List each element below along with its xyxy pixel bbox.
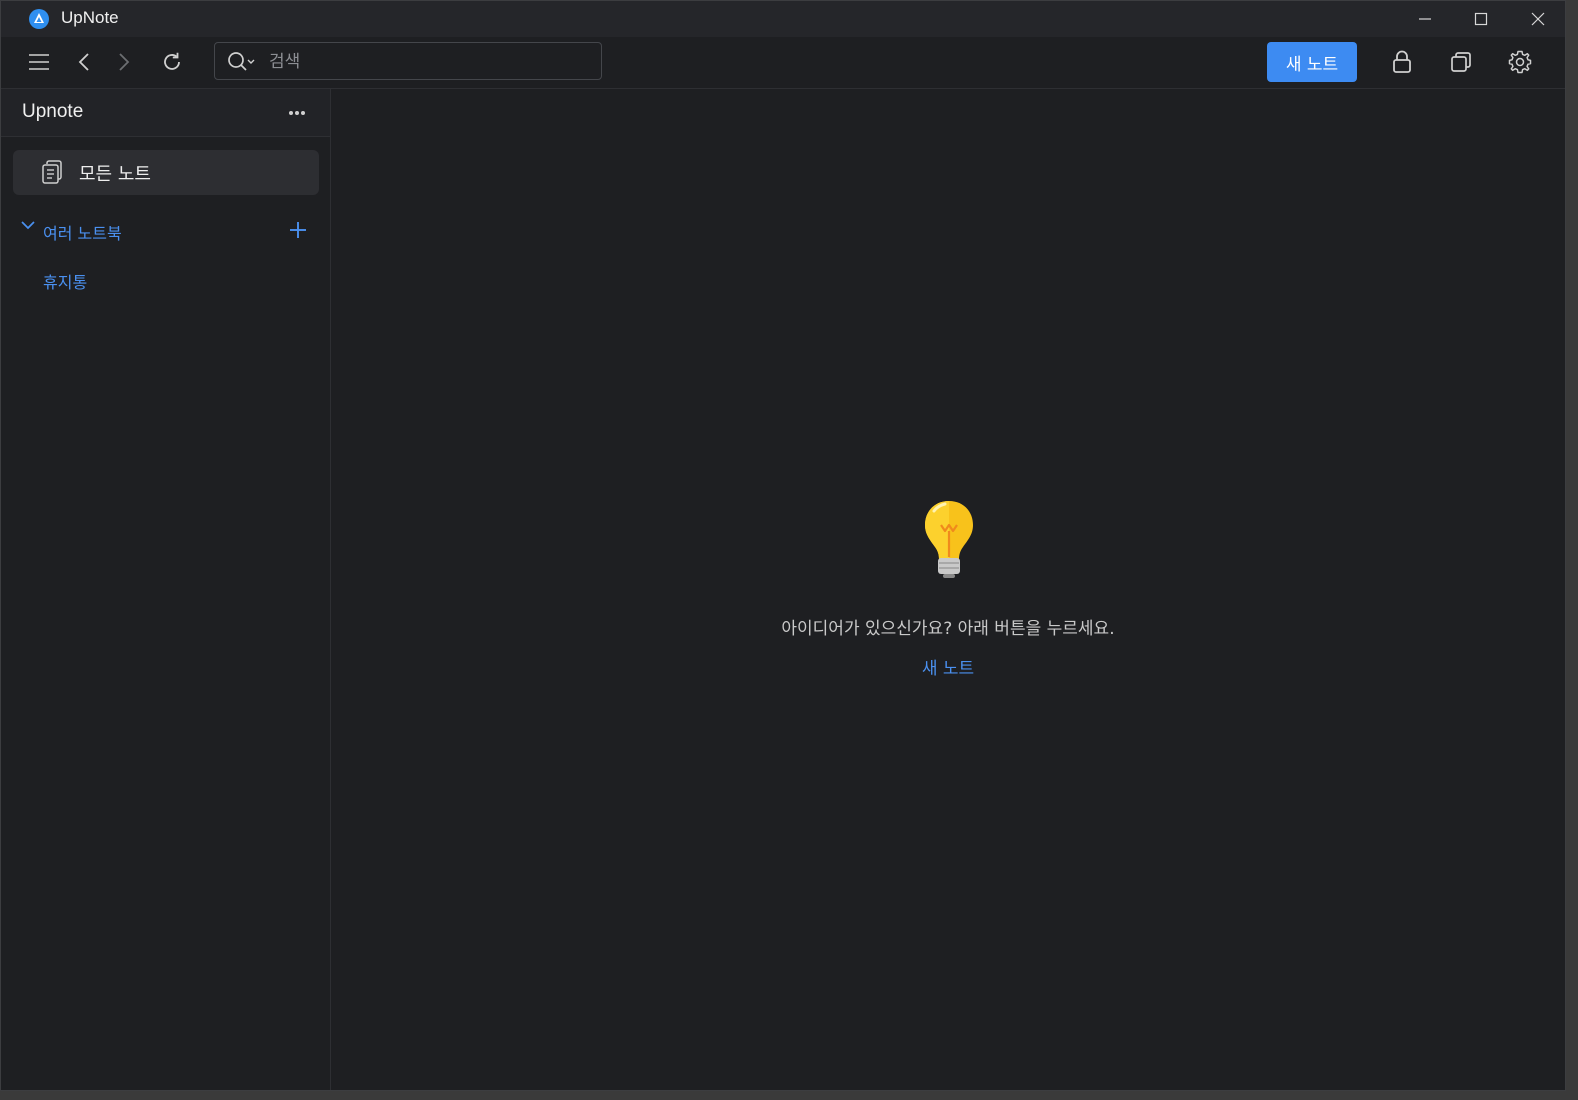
sidebar-header: Upnote	[1, 89, 330, 137]
add-notebook-button[interactable]	[285, 217, 311, 243]
empty-state-new-note-link[interactable]: 새 노트	[922, 659, 974, 679]
window-icon	[1451, 52, 1471, 72]
minimize-icon	[1419, 18, 1431, 20]
refresh-button[interactable]	[156, 46, 188, 78]
minimize-button[interactable]	[1402, 1, 1448, 37]
notebooks-label[interactable]: 여러 노트북	[43, 220, 122, 244]
more-horizontal-icon	[289, 111, 305, 115]
sidebar: Upnote 모든 노트 여러 노트북 휴지통	[1, 89, 331, 1090]
toolbar: 새 노트	[1, 37, 1565, 89]
plus-icon	[290, 222, 306, 238]
menu-icon	[29, 54, 49, 70]
search-input[interactable]	[267, 49, 591, 75]
upnote-logo-icon	[29, 9, 49, 29]
notes-icon	[42, 160, 62, 184]
maximize-icon	[1474, 12, 1488, 26]
search-icon	[228, 52, 255, 71]
empty-state-message: 아이디어가 있으신가요? 아래 버튼을 누르세요.	[781, 619, 1115, 639]
maximize-button[interactable]	[1458, 1, 1504, 37]
new-note-button[interactable]: 새 노트	[1267, 42, 1357, 82]
back-icon	[78, 53, 89, 71]
close-icon	[1531, 12, 1545, 26]
empty-state-new-note-wrap: 새 노트	[331, 654, 1565, 679]
sidebar-item-label: 모든 노트	[79, 164, 151, 185]
forward-icon	[119, 53, 130, 71]
sidebar-item-all-notes[interactable]: 모든 노트	[13, 150, 319, 195]
title-bar: UpNote	[1, 1, 1565, 37]
search-box[interactable]	[214, 42, 602, 80]
app-window: UpNote 검색 새 노트 Upnote 모든 노트 여러 노트북 휴지통 아…	[0, 0, 1566, 1091]
sidebar-item-trash[interactable]: 휴지통	[43, 269, 87, 293]
chevron-down-icon[interactable]	[20, 219, 36, 231]
menu-button[interactable]	[23, 46, 55, 78]
notebooks-section: 여러 노트북	[1, 215, 330, 245]
refresh-icon	[164, 52, 180, 70]
settings-button[interactable]	[1504, 46, 1536, 78]
lock-icon	[1393, 50, 1411, 73]
settings-icon	[1508, 50, 1532, 74]
back-button[interactable]	[68, 46, 100, 78]
forward-button[interactable]	[108, 46, 140, 78]
sidebar-title: Upnote	[22, 101, 84, 122]
sidebar-more-button[interactable]	[283, 99, 311, 127]
app-title: UpNote	[61, 8, 119, 27]
new-window-button[interactable]	[1445, 46, 1477, 78]
close-button[interactable]	[1515, 1, 1561, 37]
lightbulb-icon	[925, 501, 973, 578]
lock-button[interactable]	[1386, 46, 1418, 78]
main-content: 아이디어가 있으신가요? 아래 버튼을 누르세요. 새 노트	[331, 89, 1565, 1090]
